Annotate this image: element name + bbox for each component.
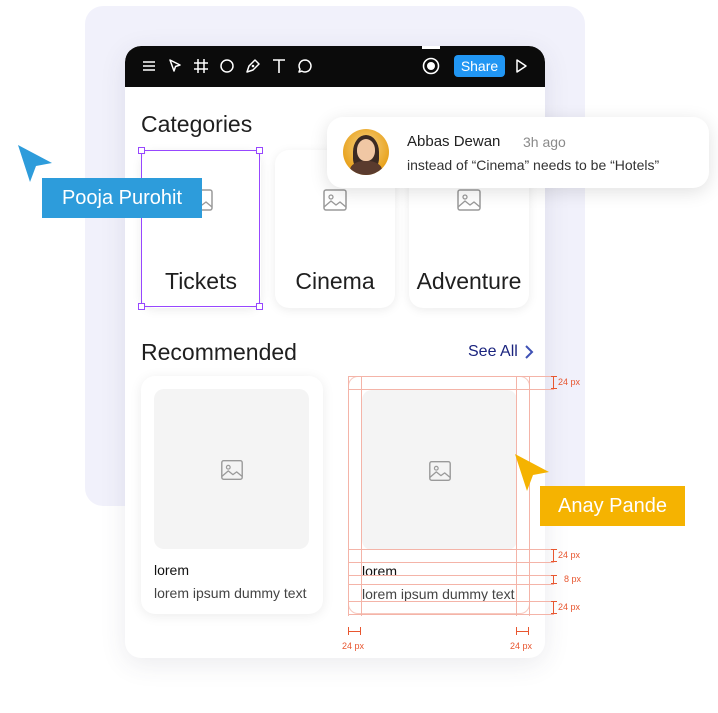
resize-handle[interactable] xyxy=(138,303,145,310)
spacing-guide xyxy=(516,376,517,616)
spec-marker xyxy=(553,601,554,614)
frame-icon[interactable] xyxy=(191,56,211,76)
spacing-guide xyxy=(348,614,554,615)
record-icon[interactable] xyxy=(421,56,441,76)
see-all-link[interactable]: See All xyxy=(468,343,534,361)
resize-handle[interactable] xyxy=(256,303,263,310)
spec-label: 24 px xyxy=(342,641,365,651)
resize-handle[interactable] xyxy=(138,147,145,154)
spacing-guide xyxy=(361,376,362,616)
resize-handle[interactable] xyxy=(256,147,263,154)
category-label: Cinema xyxy=(295,268,375,294)
comment-time: 3h ago xyxy=(523,134,566,150)
collaborator-tag: Pooja Purohit xyxy=(42,178,202,218)
image-placeholder-icon xyxy=(457,189,481,211)
recommended-name: lorem xyxy=(362,563,398,579)
active-tab-indicator xyxy=(422,46,440,49)
category-label: Adventure xyxy=(416,268,522,294)
spec-marker xyxy=(553,376,554,389)
image-placeholder-icon xyxy=(323,189,347,211)
spacing-guide xyxy=(348,389,554,390)
spec-marker xyxy=(553,549,554,562)
spacing-guide xyxy=(348,584,554,585)
spacing-guide xyxy=(348,562,554,563)
recommended-image xyxy=(362,390,517,550)
comment-author: Abbas Dewan xyxy=(407,133,501,150)
collaborator-cursor-icon xyxy=(18,145,52,182)
spacing-guide xyxy=(348,601,554,602)
comment-bubble[interactable]: Abbas Dewan 3h ago instead of “Cinema” n… xyxy=(327,117,709,188)
collaborator-tag: Anay Pande xyxy=(540,486,685,526)
toolbar: Share xyxy=(125,46,545,87)
categories-title: Categories xyxy=(141,111,253,137)
spec-marker xyxy=(551,549,557,562)
recommended-card[interactable]: lorem lorem ipsum dummy text xyxy=(141,376,323,614)
selection-outline[interactable] xyxy=(138,147,263,310)
recommended-image xyxy=(154,389,309,549)
comment-icon[interactable] xyxy=(295,56,315,76)
chevron-right-icon xyxy=(525,345,534,359)
text-icon[interactable] xyxy=(269,56,289,76)
spec-marker xyxy=(553,575,554,584)
avatar xyxy=(343,129,389,175)
spec-label: 24 px xyxy=(558,550,581,560)
spec-label: 24 px xyxy=(510,641,533,651)
spacing-guide xyxy=(348,575,554,576)
circle-icon[interactable] xyxy=(217,56,237,76)
spec-label: 8 px xyxy=(564,574,582,584)
spec-label: 24 px xyxy=(558,602,581,612)
recommended-name: lorem xyxy=(154,562,190,578)
spacing-guide xyxy=(348,376,554,377)
recommended-card[interactable]: lorem lorem ipsum dummy text xyxy=(348,376,530,614)
spec-marker xyxy=(348,631,361,632)
spacing-guide xyxy=(529,376,530,616)
spacing-guide xyxy=(348,376,349,616)
play-icon[interactable] xyxy=(511,56,531,76)
spec-label: 24 px xyxy=(558,377,581,387)
spec-marker xyxy=(516,631,529,632)
see-all-label: See All xyxy=(468,343,518,360)
recommended-desc: lorem ipsum dummy text xyxy=(154,585,307,601)
recommended-title: Recommended xyxy=(141,339,297,365)
pen-icon[interactable] xyxy=(243,56,263,76)
spec-marker xyxy=(551,376,557,389)
image-placeholder-icon xyxy=(429,461,451,481)
spec-marker xyxy=(551,575,557,584)
spec-marker xyxy=(551,601,557,614)
comment-text: instead of “Cinema” needs to be “Hotels” xyxy=(407,157,660,173)
image-placeholder-icon xyxy=(221,460,243,480)
recommended-desc: lorem ipsum dummy text xyxy=(362,586,515,602)
spacing-guide xyxy=(348,549,554,550)
menu-icon[interactable] xyxy=(139,56,159,76)
pointer-icon[interactable] xyxy=(165,56,185,76)
share-button[interactable]: Share xyxy=(454,55,505,77)
